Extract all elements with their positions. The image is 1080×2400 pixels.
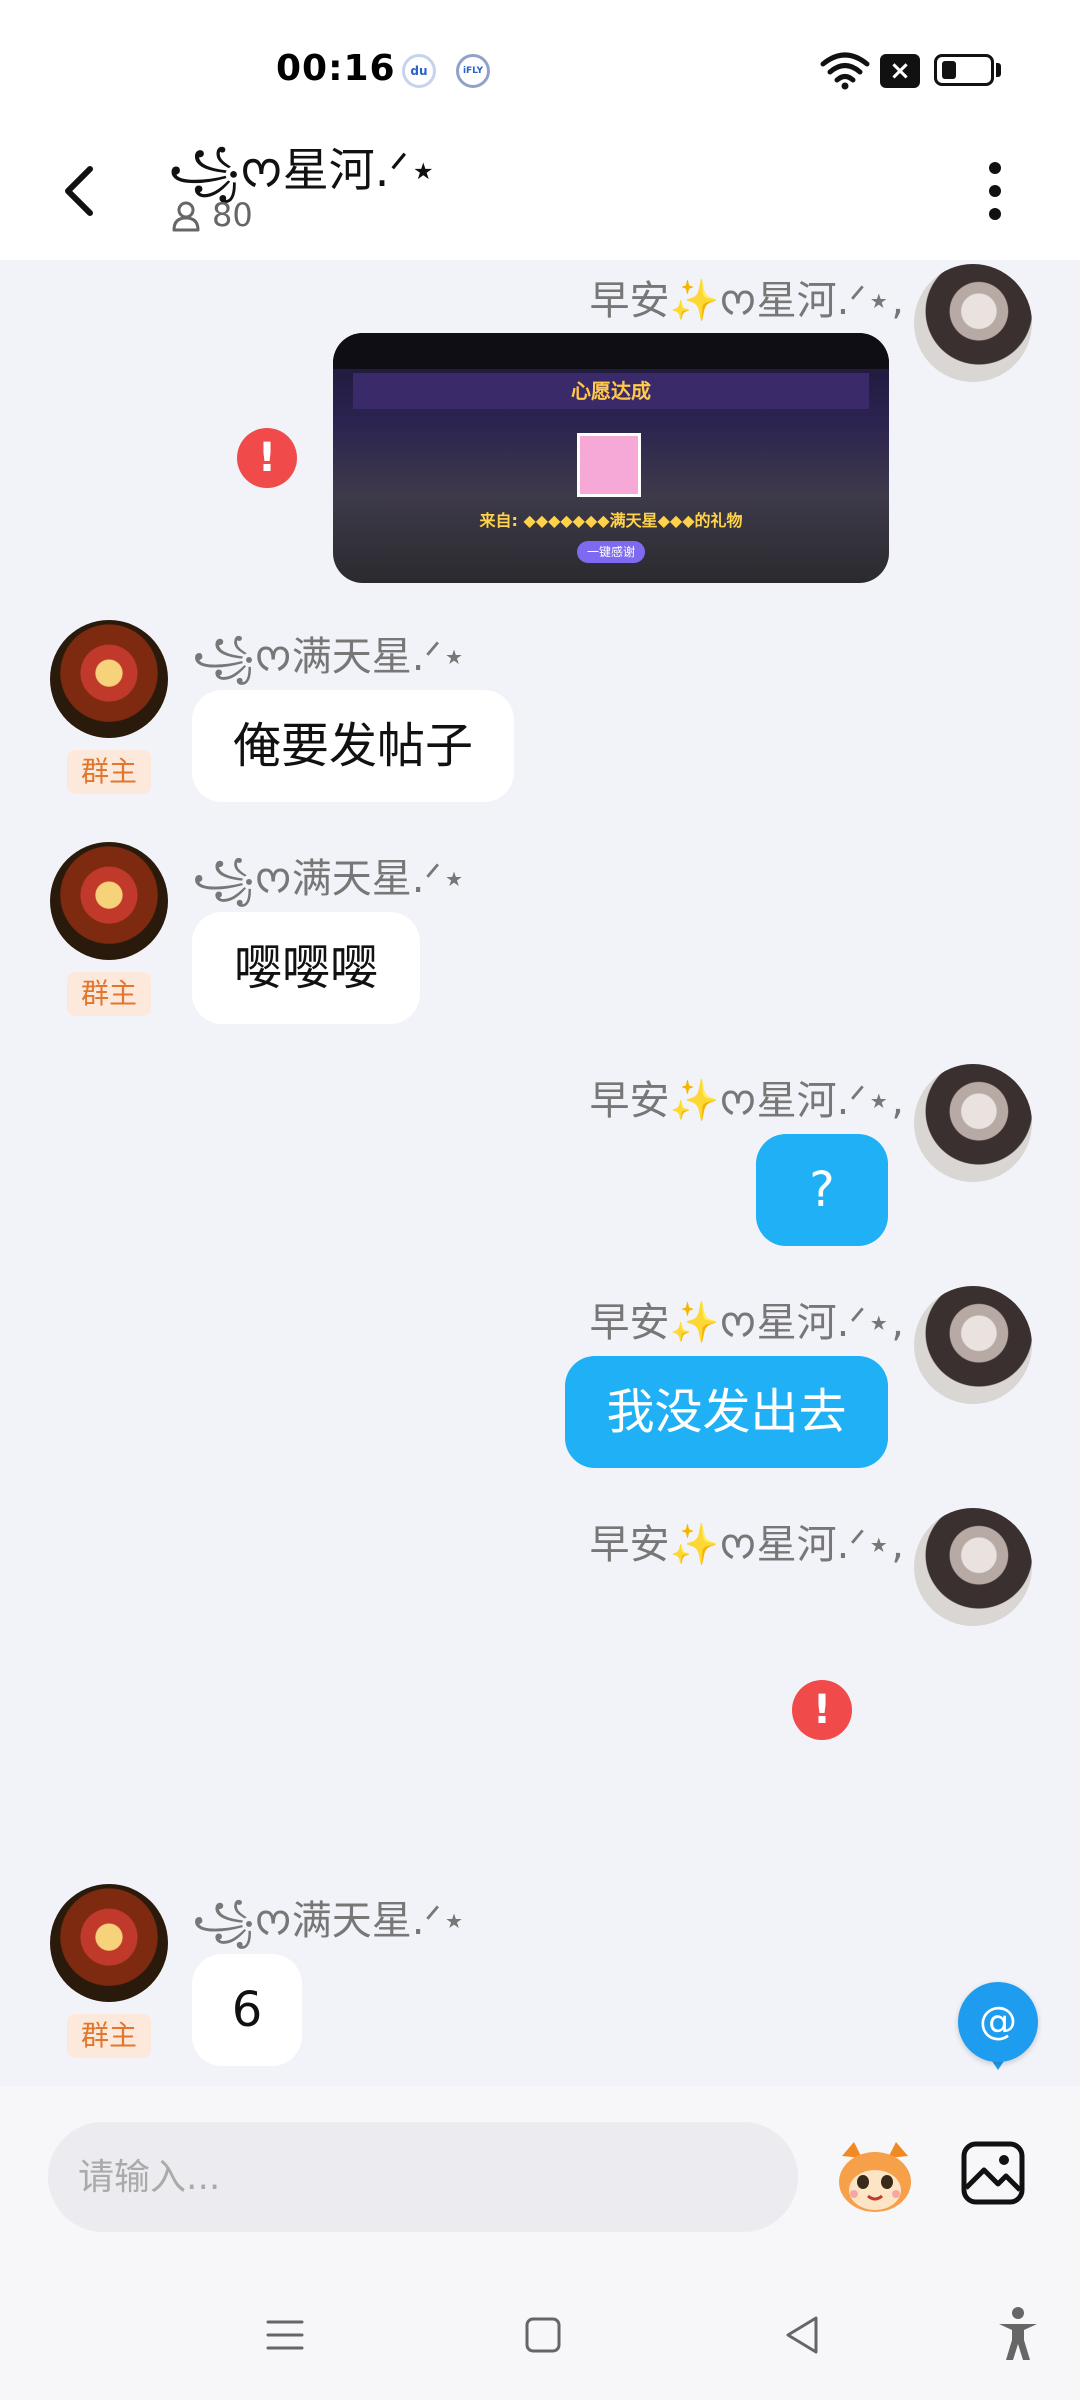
battery-tip	[996, 63, 1001, 77]
member-icon	[172, 201, 200, 232]
send-failed-icon[interactable]: !	[792, 1680, 852, 1740]
sender-name: 早安✨ᰔ星河.ᐟ⋆,	[589, 1078, 904, 1124]
wifi-icon	[820, 52, 870, 90]
image-topbar	[333, 333, 889, 369]
send-failed-icon[interactable]: !	[237, 428, 297, 488]
mention-button[interactable]: @	[958, 1982, 1038, 2062]
owner-badge: 群主	[67, 2014, 151, 2058]
more-options-icon[interactable]	[980, 158, 1010, 224]
message-bubble[interactable]: 俺要发帖子	[192, 690, 514, 802]
my-avatar[interactable]	[914, 1508, 1032, 1626]
image-message[interactable]: 心愿达成 来自: ◆◆◆◆◆◆◆满天星◆◆◆的礼物 一键感谢	[333, 333, 889, 583]
baidu-icon: du	[402, 54, 436, 88]
battery-icon	[934, 54, 994, 86]
chat-title: ꧁ᰔ星河.ᐟ⋆	[168, 143, 438, 197]
owner-badge: 群主	[67, 750, 151, 794]
image-banner: 心愿达成	[353, 373, 869, 409]
status-time: 00:16	[276, 48, 396, 89]
back-arrow-icon[interactable]	[56, 155, 106, 225]
sticker-icon[interactable]	[832, 2138, 918, 2216]
sender-name: 早安✨ᰔ星河.ᐟ⋆,	[589, 1522, 904, 1568]
owner-avatar[interactable]	[50, 842, 168, 960]
back-nav-icon[interactable]	[782, 2314, 822, 2356]
my-avatar[interactable]	[914, 1064, 1032, 1182]
member-count[interactable]: 80	[212, 196, 253, 234]
menu-nav-icon[interactable]	[264, 2314, 306, 2356]
image-picker-icon[interactable]	[960, 2140, 1026, 2206]
message-input[interactable]	[48, 2122, 798, 2232]
image-thanks-button: 一键感谢	[577, 541, 645, 563]
ifly-icon: iFLY	[456, 54, 490, 88]
gift-image	[577, 433, 641, 497]
accessibility-icon[interactable]	[996, 2306, 1040, 2362]
owner-badge: 群主	[67, 972, 151, 1016]
sender-name: 早安✨ᰔ星河.ᐟ⋆,	[589, 1300, 904, 1346]
battery-level	[942, 61, 956, 79]
home-nav-icon[interactable]	[524, 2316, 562, 2354]
owner-avatar[interactable]	[50, 620, 168, 738]
message-bubble[interactable]: 6	[192, 1954, 302, 2066]
owner-avatar[interactable]	[50, 1884, 168, 2002]
chat-header	[0, 140, 1080, 260]
image-from-text: 来自: ◆◆◆◆◆◆◆满天星◆◆◆的礼物	[479, 511, 743, 530]
message-bubble[interactable]: 嘤嘤嘤	[192, 912, 420, 1024]
my-avatar[interactable]	[914, 264, 1032, 382]
no-sim-icon: ×	[880, 54, 920, 88]
message-bubble[interactable]: 我没发出去	[565, 1356, 888, 1468]
message-bubble[interactable]: ?	[756, 1134, 888, 1246]
my-avatar[interactable]	[914, 1286, 1032, 1404]
sender-name: 早安✨ᰔ星河.ᐟ⋆,	[589, 278, 904, 324]
